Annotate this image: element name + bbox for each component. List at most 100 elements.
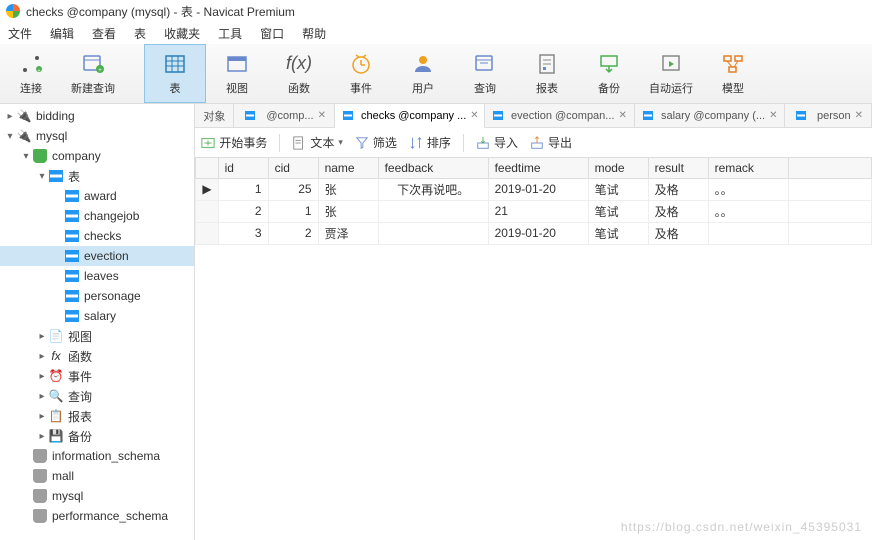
tree-db-company[interactable]: ▾ company	[0, 146, 194, 166]
menu-favorites[interactable]: 收藏夹	[164, 25, 200, 42]
tree-connection-mysql[interactable]: ▾ 🔌 mysql	[0, 126, 194, 146]
cell-remack[interactable]: 。。	[708, 178, 788, 200]
cell-name[interactable]: 贾泽	[318, 222, 378, 244]
toolbar-label: 用户	[412, 80, 434, 96]
toolbar-user-button[interactable]: 用户	[392, 44, 454, 103]
column-header-feedtime[interactable]: feedtime	[488, 158, 588, 178]
tree-db-mall[interactable]: mall	[0, 466, 194, 486]
toolbar-view-button[interactable]: 视图	[206, 44, 268, 103]
tree-folder-函数[interactable]: ▸ fx 函数	[0, 346, 194, 366]
begin-transaction-button[interactable]: 开始事务	[201, 134, 267, 151]
tree-folder-查询[interactable]: ▸ 🔍 查询	[0, 386, 194, 406]
column-header-feedback[interactable]: feedback	[378, 158, 488, 178]
toolbar-table-button[interactable]: 表	[144, 44, 206, 103]
import-button[interactable]: 导入	[476, 134, 518, 151]
tree-folder-报表[interactable]: ▸ 📋 报表	[0, 406, 194, 426]
tab-5[interactable]: person✕	[785, 104, 872, 127]
menu-view[interactable]: 查看	[92, 25, 116, 42]
menu-file[interactable]: 文件	[8, 25, 32, 42]
export-button[interactable]: 导出	[530, 134, 572, 151]
cell-feedback[interactable]: 下次再说吧。	[378, 178, 488, 200]
column-header-name[interactable]: name	[318, 158, 378, 178]
cell-name[interactable]: 张	[318, 178, 378, 200]
cell-feedback[interactable]	[378, 200, 488, 222]
cell-id[interactable]: 2	[218, 200, 268, 222]
tree-table-changejob[interactable]: changejob	[0, 206, 194, 226]
cell-cid[interactable]: 25	[268, 178, 318, 200]
tab-1[interactable]: @comp...✕	[234, 104, 335, 127]
tree-db-mysql[interactable]: mysql	[0, 486, 194, 506]
cell-mode[interactable]: 笔试	[588, 178, 648, 200]
cell-mode[interactable]: 笔试	[588, 200, 648, 222]
column-header-mode[interactable]: mode	[588, 158, 648, 178]
tree-table-award[interactable]: award	[0, 186, 194, 206]
cell-cid[interactable]: 2	[268, 222, 318, 244]
table-icon	[242, 108, 258, 124]
toolbar-function-button[interactable]: f(x) 函数	[268, 44, 330, 103]
text-mode-button[interactable]: 文本 ▾	[292, 134, 343, 151]
folder-icon: ⏰	[48, 368, 64, 384]
cell-cid[interactable]: 1	[268, 200, 318, 222]
tab-3[interactable]: evection @compan...✕	[485, 104, 635, 127]
toolbar-autorun-button[interactable]: 自动运行	[640, 44, 702, 103]
menu-table[interactable]: 表	[134, 25, 146, 42]
toolbar-label: 视图	[226, 80, 248, 96]
tree-folder-备份[interactable]: ▸ 💾 备份	[0, 426, 194, 446]
cell-id[interactable]: 1	[218, 178, 268, 200]
close-icon[interactable]: ✕	[318, 110, 326, 121]
tree-table-leaves[interactable]: leaves	[0, 266, 194, 286]
filter-button[interactable]: 筛选	[355, 134, 397, 151]
tree-table-personage[interactable]: personage	[0, 286, 194, 306]
cell-feedback[interactable]	[378, 222, 488, 244]
toolbar-report-button[interactable]: 报表	[516, 44, 578, 103]
cell-remack[interactable]	[708, 222, 788, 244]
menu-help[interactable]: 帮助	[302, 25, 326, 42]
column-header-cid[interactable]: cid	[268, 158, 318, 178]
tab-0[interactable]: 对象	[195, 104, 234, 127]
menu-edit[interactable]: 编辑	[50, 25, 74, 42]
close-icon[interactable]: ✕	[470, 110, 478, 121]
table-row[interactable]: 2 1 张 21 笔试 及格 。。	[196, 200, 872, 222]
tab-4[interactable]: salary @company (...✕	[635, 104, 785, 127]
toolbar-model-button[interactable]: 模型	[702, 44, 764, 103]
sort-button[interactable]: 排序	[409, 134, 451, 151]
cell-result[interactable]: 及格	[648, 200, 708, 222]
toolbar-backup-button[interactable]: 备份	[578, 44, 640, 103]
tree-db-performance_schema[interactable]: performance_schema	[0, 506, 194, 526]
cell-id[interactable]: 3	[218, 222, 268, 244]
toolbar-query-button[interactable]: 查询	[454, 44, 516, 103]
toolbar-connection-button[interactable]: + 连接	[0, 44, 62, 103]
tree-table-evection[interactable]: evection	[0, 246, 194, 266]
toolbar-new-query-button[interactable]: + 新建查询	[62, 44, 124, 103]
menu-window[interactable]: 窗口	[260, 25, 284, 42]
cell-mode[interactable]: 笔试	[588, 222, 648, 244]
table-icon	[48, 168, 64, 184]
tree-db-information_schema[interactable]: information_schema	[0, 446, 194, 466]
tree-table-salary[interactable]: salary	[0, 306, 194, 326]
tree-folder-视图[interactable]: ▸ 📄 视图	[0, 326, 194, 346]
tree-folder-事件[interactable]: ▸ ⏰ 事件	[0, 366, 194, 386]
close-icon[interactable]: ✕	[769, 110, 777, 121]
toolbar-event-button[interactable]: 事件	[330, 44, 392, 103]
column-header-result[interactable]: result	[648, 158, 708, 178]
data-grid[interactable]: idcidnamefeedbackfeedtimemoderesultremac…	[195, 158, 872, 540]
cell-name[interactable]: 张	[318, 200, 378, 222]
cell-remack[interactable]: 。。	[708, 200, 788, 222]
cell-feedtime[interactable]: 21	[488, 200, 588, 222]
column-header-id[interactable]: id	[218, 158, 268, 178]
table-row[interactable]: 3 2 贾泽 2019-01-20 笔试 及格	[196, 222, 872, 244]
cell-result[interactable]: 及格	[648, 222, 708, 244]
close-icon[interactable]: ✕	[618, 110, 626, 121]
cell-feedtime[interactable]: 2019-01-20	[488, 222, 588, 244]
tree-folder-tables[interactable]: ▾ 表	[0, 166, 194, 186]
close-icon[interactable]: ✕	[855, 110, 863, 121]
tree-table-checks[interactable]: checks	[0, 226, 194, 246]
tree-connection-bidding[interactable]: ▸ 🔌 bidding	[0, 106, 194, 126]
connection-tree[interactable]: ▸ 🔌 bidding ▾ 🔌 mysql ▾ company ▾ 表 awar…	[0, 104, 195, 540]
cell-feedtime[interactable]: 2019-01-20	[488, 178, 588, 200]
table-row[interactable]: ▶ 1 25 张 下次再说吧。 2019-01-20 笔试 及格 。。	[196, 178, 872, 200]
menu-tools[interactable]: 工具	[218, 25, 242, 42]
cell-result[interactable]: 及格	[648, 178, 708, 200]
tab-2[interactable]: checks @company ...✕	[335, 104, 485, 128]
column-header-remack[interactable]: remack	[708, 158, 788, 178]
